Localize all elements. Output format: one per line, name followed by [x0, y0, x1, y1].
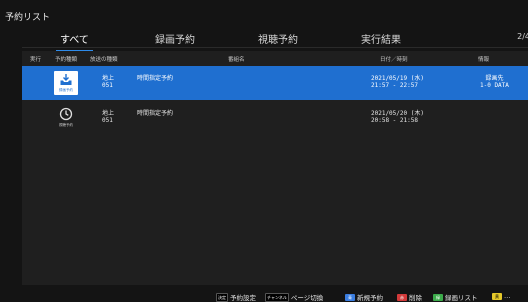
channel-key-icon: チャンネル — [265, 292, 289, 302]
viewing-type-label: 視聴予約 — [59, 123, 73, 127]
footer-label: 予約設定 — [230, 294, 256, 302]
col-program: 番組名 — [228, 57, 245, 63]
recording-reservation-icon: 録画予約 — [54, 71, 78, 95]
page-indicator: 2/4 — [517, 32, 528, 41]
program-cell: 時間指定予約 — [137, 110, 174, 117]
blue-key-icon: 青 — [345, 293, 355, 301]
page-title: 予約リスト — [5, 13, 51, 23]
red-key-icon: 赤 — [397, 293, 407, 301]
datetime-cell: 2021/05/19 (水) 21:57 - 22:57 — [371, 75, 424, 89]
tab-bar: すべて 録画予約 視聴予約 実行結果 2/4 — [22, 27, 528, 52]
tab-all[interactable]: すべて — [56, 31, 93, 52]
broadcast-cell: 地上 051 — [102, 110, 115, 124]
green-key-icon: 緑 — [433, 293, 443, 301]
info-cell: 録画先 1-0 DATA — [480, 75, 509, 89]
tab-all-label: すべて — [60, 35, 89, 46]
record-tray-icon — [60, 74, 72, 85]
footer-label: 録画リスト — [445, 294, 478, 302]
tab-viewing[interactable]: 視聴予約 — [258, 31, 298, 46]
col-type: 予約種類 — [55, 57, 78, 63]
delete-button[interactable]: 赤 削除 — [397, 292, 422, 302]
col-broadcast: 放送の種類 — [90, 57, 118, 63]
more-button[interactable]: 黄 … — [492, 292, 511, 300]
tab-recording-label: 録画予約 — [155, 35, 195, 46]
clock-icon — [59, 107, 73, 121]
program-cell: 時間指定予約 — [137, 75, 174, 82]
footer-guide: 決定 予約設定 チャンネル ページ切換 青 新規予約 赤 削除 緑 録画リスト … — [0, 292, 528, 302]
reservation-list: 実行 予約種類 放送の種類 番組名 日付／時刻 情報 録画予約 地上 051 時… — [22, 51, 528, 285]
footer-label: … — [504, 292, 511, 300]
tab-viewing-label: 視聴予約 — [258, 35, 298, 46]
column-header: 実行 予約種類 放送の種類 番組名 日付／時刻 情報 — [22, 51, 528, 65]
new-reservation-button[interactable]: 青 新規予約 — [345, 292, 383, 302]
col-datetime: 日付／時刻 — [380, 57, 408, 63]
reservation-row[interactable]: 視聴予約 地上 051 時間指定予約 2021/05/20 (木) 20:58 … — [22, 101, 528, 135]
datetime-cell: 2021/05/20 (木) 20:58 - 21:58 — [371, 110, 424, 124]
enter-key-icon: 決定 — [216, 292, 228, 302]
col-info: 情報 — [478, 57, 490, 63]
recording-list-button[interactable]: 緑 録画リスト — [433, 292, 478, 302]
tab-results[interactable]: 実行結果 — [361, 31, 401, 46]
tab-recording[interactable]: 録画予約 — [155, 31, 195, 46]
viewing-reservation-icon: 視聴予約 — [54, 106, 78, 130]
yellow-key-icon: 黄 — [492, 292, 502, 300]
footer-label: ページ切換 — [290, 294, 324, 302]
tab-results-label: 実行結果 — [361, 35, 401, 46]
recording-type-label: 録画予約 — [59, 88, 73, 92]
col-execute: 実行 — [30, 57, 42, 63]
broadcast-cell: 地上 051 — [102, 75, 115, 89]
footer-label: 削除 — [409, 294, 422, 302]
page-switch-button[interactable]: チャンネル ページ切換 — [265, 292, 323, 302]
reservation-settings-button[interactable]: 決定 予約設定 — [216, 292, 256, 302]
footer-label: 新規予約 — [357, 294, 383, 302]
reservation-row[interactable]: 録画予約 地上 051 時間指定予約 2021/05/19 (水) 21:57 … — [22, 66, 528, 100]
